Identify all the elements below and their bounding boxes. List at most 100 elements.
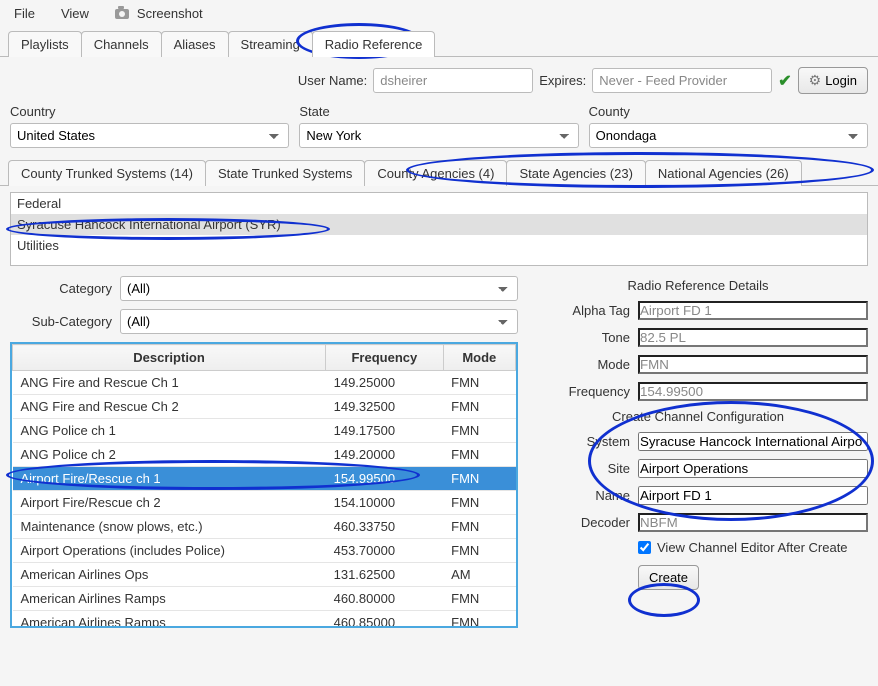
col-description[interactable]: Description [13, 345, 326, 371]
cell: FMN [443, 587, 515, 611]
alpha-label: Alpha Tag [528, 303, 630, 318]
gear-icon: ⚙ [809, 72, 822, 89]
main-tabbar: PlaylistsChannelsAliasesStreamingRadio R… [0, 27, 878, 57]
tone-label: Tone [528, 330, 630, 345]
menu-file[interactable]: File [10, 4, 39, 23]
cell: 460.33750 [326, 515, 444, 539]
cell: FMN [443, 419, 515, 443]
expires-field [592, 68, 772, 93]
mode-label: Mode [528, 357, 630, 372]
table-row[interactable]: Maintenance (snow plows, etc.)460.33750F… [13, 515, 516, 539]
cell: ANG Fire and Rescue Ch 2 [13, 395, 326, 419]
cell: 460.80000 [326, 587, 444, 611]
menu-view[interactable]: View [57, 4, 93, 23]
decoder-field [638, 513, 868, 532]
table-row[interactable]: American Airlines Ramps460.85000FMN [13, 611, 516, 629]
table-row[interactable]: American Airlines Ramps460.80000FMN [13, 587, 516, 611]
channel-table: DescriptionFrequencyMode ANG Fire and Re… [12, 344, 516, 628]
table-row[interactable]: ANG Police ch 1149.17500FMN [13, 419, 516, 443]
country-select[interactable]: United States [10, 123, 289, 148]
cell: ANG Police ch 1 [13, 419, 326, 443]
site-label: Site [528, 461, 630, 476]
cell: 460.85000 [326, 611, 444, 629]
cell: 453.70000 [326, 539, 444, 563]
menu-screenshot-label: Screenshot [137, 6, 203, 21]
subtab-0[interactable]: County Trunked Systems (14) [8, 160, 206, 186]
agency-item[interactable]: Syracuse Hancock International Airport (… [11, 214, 867, 235]
table-row[interactable]: ANG Police ch 2149.20000FMN [13, 443, 516, 467]
table-row[interactable]: Airport Fire/Rescue ch 1154.99500FMN [13, 467, 516, 491]
county-label: County [589, 104, 868, 119]
subtab-2[interactable]: County Agencies (4) [364, 160, 507, 186]
cell: FMN [443, 467, 515, 491]
menubar: File View Screenshot [0, 0, 878, 27]
subtab-1[interactable]: State Trunked Systems [205, 160, 365, 186]
cell: Airport Operations (includes Police) [13, 539, 326, 563]
cell: 154.10000 [326, 491, 444, 515]
subcategory-select[interactable]: (All) [120, 309, 518, 334]
cell: FMN [443, 395, 515, 419]
cell: 154.99500 [326, 467, 444, 491]
cell: American Airlines Ops [13, 563, 326, 587]
view-editor-label: View Channel Editor After Create [657, 540, 848, 555]
cell: Airport Fire/Rescue ch 2 [13, 491, 326, 515]
cell: FMN [443, 611, 515, 629]
camera-icon [115, 9, 129, 19]
location-filters: Country United States State New York Cou… [0, 102, 878, 156]
alpha-field [638, 301, 868, 320]
category-label: Category [10, 281, 112, 296]
agency-item[interactable]: Federal [11, 193, 867, 214]
create-title: Create Channel Configuration [528, 409, 868, 424]
freq-label: Frequency [528, 384, 630, 399]
table-row[interactable]: Airport Operations (includes Police)453.… [13, 539, 516, 563]
tab-channels[interactable]: Channels [81, 31, 162, 57]
agency-listbox[interactable]: FederalSyracuse Hancock International Ai… [10, 192, 868, 266]
system-label: System [528, 434, 630, 449]
tab-playlists[interactable]: Playlists [8, 31, 82, 57]
table-row[interactable]: ANG Fire and Rescue Ch 1149.25000FMN [13, 371, 516, 395]
login-button-label: Login [825, 73, 857, 88]
col-frequency[interactable]: Frequency [326, 345, 444, 371]
table-row[interactable]: ANG Fire and Rescue Ch 2149.32500FMN [13, 395, 516, 419]
decoder-label: Decoder [528, 515, 630, 530]
col-mode[interactable]: Mode [443, 345, 515, 371]
cell: Maintenance (snow plows, etc.) [13, 515, 326, 539]
freq-field [638, 382, 868, 401]
table-row[interactable]: American Airlines Ops131.62500AM [13, 563, 516, 587]
cell: FMN [443, 371, 515, 395]
site-field[interactable] [638, 459, 868, 478]
name-field[interactable] [638, 486, 868, 505]
cell: 131.62500 [326, 563, 444, 587]
cell: 149.17500 [326, 419, 444, 443]
subtab-4[interactable]: National Agencies (26) [645, 160, 802, 186]
username-label: User Name: [298, 73, 367, 88]
table-row[interactable]: Airport Fire/Rescue ch 2154.10000FMN [13, 491, 516, 515]
county-select[interactable]: Onondaga [589, 123, 868, 148]
cell: FMN [443, 443, 515, 467]
category-select[interactable]: (All) [120, 276, 518, 301]
login-button[interactable]: ⚙ Login [798, 67, 868, 94]
name-label: Name [528, 488, 630, 503]
agency-item[interactable]: Utilities [11, 235, 867, 256]
cell: FMN [443, 491, 515, 515]
tab-radio-reference[interactable]: Radio Reference [312, 31, 436, 57]
details-title: Radio Reference Details [528, 278, 868, 293]
subtab-3[interactable]: State Agencies (23) [506, 160, 645, 186]
tab-streaming[interactable]: Streaming [228, 31, 313, 57]
tab-aliases[interactable]: Aliases [161, 31, 229, 57]
cell: AM [443, 563, 515, 587]
state-select[interactable]: New York [299, 123, 578, 148]
login-row: User Name: Expires: ✔ ⚙ Login [0, 57, 878, 102]
username-field[interactable] [373, 68, 533, 93]
create-button[interactable]: Create [638, 565, 699, 590]
cell: 149.25000 [326, 371, 444, 395]
cell: 149.32500 [326, 395, 444, 419]
channel-table-wrap[interactable]: DescriptionFrequencyMode ANG Fire and Re… [10, 342, 518, 628]
tone-field [638, 328, 868, 347]
cell: American Airlines Ramps [13, 611, 326, 629]
system-field[interactable] [638, 432, 868, 451]
menu-screenshot[interactable]: Screenshot [111, 4, 207, 23]
view-editor-checkbox[interactable] [638, 541, 651, 554]
mode-field [638, 355, 868, 374]
cell: ANG Fire and Rescue Ch 1 [13, 371, 326, 395]
